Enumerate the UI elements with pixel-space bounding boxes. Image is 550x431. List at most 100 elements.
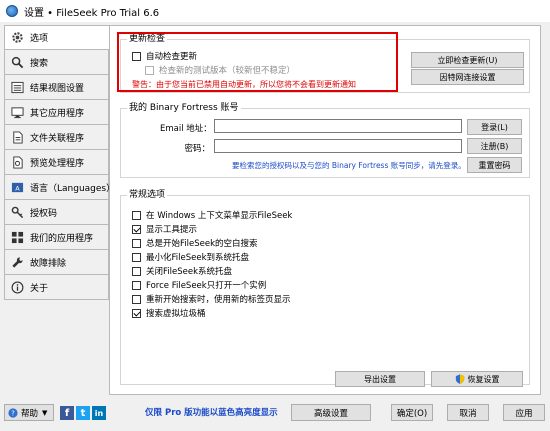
sidebar-item-label: 其它应用程序 — [30, 108, 85, 119]
sidebar-item-label: 我们的应用程序 — [30, 233, 94, 244]
checkbox-box — [145, 65, 154, 75]
check-now-button[interactable]: 立即检查更新(U) — [411, 52, 524, 68]
options-panel: 更新检查 自动检查更新 检查新的测试版本（较新但不稳定） 警告：由于您当前已禁用… — [109, 25, 541, 395]
checkbox-label: 搜索虚拟垃圾桶 — [146, 309, 206, 319]
login-button[interactable]: 登录(L) — [467, 119, 522, 135]
checkbox-label: 关闭FileSeek系统托盘 — [146, 267, 233, 277]
option-close-tray[interactable]: 关闭FileSeek系统托盘 — [132, 265, 232, 277]
linkedin-icon[interactable]: in — [92, 406, 106, 420]
export-settings-button[interactable]: 导出设置 — [335, 371, 425, 387]
checkbox-box — [132, 51, 141, 61]
sidebar-item-about[interactable]: 关于 — [4, 275, 109, 300]
sidebar-item-our-apps[interactable]: 我们的应用程序 — [4, 225, 109, 250]
apply-button[interactable]: 应用 — [503, 404, 545, 421]
sidebar-item-options[interactable]: 选项 — [4, 25, 109, 50]
apps-grid-icon — [11, 231, 24, 244]
checkbox-box — [132, 266, 141, 276]
sidebar-item-label: 关于 — [30, 283, 49, 294]
checkbox-label: 重新开始搜索时，使用新的标签页显示 — [146, 295, 291, 305]
group-title: 我的 Binary Fortress 账号 — [127, 102, 241, 114]
twitter-icon[interactable]: t — [76, 406, 90, 420]
option-minimize-tray[interactable]: 最小化FileSeek到系统托盘 — [132, 251, 249, 263]
checkbox-box — [132, 224, 141, 234]
sidebar: 选项 搜索 结果视图设置 其它应用程序 文件关联程序 预览处理程序 A 语言（L… — [4, 25, 115, 300]
option-context-menu[interactable]: 在 Windows 上下文菜单显示FileSeek — [132, 209, 292, 221]
key-icon — [11, 206, 24, 219]
sidebar-item-license[interactable]: 授权码 — [4, 200, 109, 225]
sidebar-item-troubleshooting[interactable]: 故障排除 — [4, 250, 109, 275]
sidebar-item-label: 预览处理程序 — [30, 158, 85, 169]
sidebar-item-label: 授权码 — [30, 208, 58, 219]
info-icon — [11, 281, 24, 294]
checkbox-box — [132, 280, 141, 290]
update-warning-text: 警告：由于您当前已禁用自动更新，所以您将不会看到更新通知 — [132, 80, 356, 89]
option-blank-search[interactable]: 总是开始FileSeek的空白搜索 — [132, 237, 258, 249]
option-single-instance[interactable]: Force FileSeek只打开一个实例 — [132, 279, 266, 291]
monitor-icon — [11, 106, 24, 119]
search-icon — [11, 56, 24, 69]
checkbox-label: 自动检查更新 — [146, 52, 198, 62]
checkbox-label: Force FileSeek只打开一个实例 — [146, 281, 267, 291]
checkbox-label: 总是开始FileSeek的空白搜索 — [146, 239, 258, 249]
sidebar-item-language[interactable]: A 语言（Languages） — [4, 175, 115, 200]
checkbox-box — [132, 308, 141, 318]
app-icon — [6, 5, 18, 17]
sidebar-item-label: 故障排除 — [30, 258, 67, 269]
email-input[interactable] — [214, 119, 462, 133]
window-title: 设置 • FileSeek Pro Trial 6.6 — [24, 7, 160, 19]
checkbox-box — [132, 210, 141, 220]
sidebar-item-results-view[interactable]: 结果视图设置 — [4, 75, 109, 100]
login-help-link[interactable]: 要检索您的授权码以及与您的 Binary Fortress 账号同步，请先登录。 — [232, 160, 466, 171]
group-title: 更新检查 — [127, 33, 168, 45]
restore-settings-button[interactable]: 恢复设置 — [431, 371, 523, 387]
register-button[interactable]: 注册(B) — [467, 138, 522, 154]
group-title: 常规选项 — [127, 189, 168, 201]
checkbox-label: 在 Windows 上下文菜单显示FileSeek — [146, 211, 293, 221]
sidebar-item-label: 语言（Languages） — [30, 183, 116, 194]
checkbox-label: 最小化FileSeek到系统托盘 — [146, 253, 250, 263]
chevron-down-icon: ▼ — [42, 408, 48, 417]
option-tooltips[interactable]: 显示工具提示 — [132, 223, 197, 235]
option-recycle-bin[interactable]: 搜索虚拟垃圾桶 — [132, 307, 206, 319]
wrench-icon — [11, 256, 24, 269]
gear-icon — [11, 31, 24, 44]
cancel-button[interactable]: 取消 — [447, 404, 489, 421]
language-icon: A — [11, 181, 24, 194]
sidebar-item-file-associations[interactable]: 文件关联程序 — [4, 125, 109, 150]
title-bar: 设置 • FileSeek Pro Trial 6.6 — [0, 0, 550, 22]
help-dropdown[interactable]: ? 帮助 ▼ — [4, 404, 54, 421]
shield-icon — [455, 374, 465, 384]
sidebar-item-search[interactable]: 搜索 — [4, 50, 109, 75]
facebook-icon[interactable]: f — [60, 406, 74, 420]
sidebar-item-label: 结果视图设置 — [30, 83, 85, 94]
document-icon — [11, 130, 24, 144]
pro-features-note: 仅限 Pro 版功能以蓝色高亮度显示 — [145, 408, 278, 418]
auto-update-checkbox[interactable]: 自动检查更新 — [132, 50, 197, 62]
checkbox-box — [132, 294, 141, 304]
svg-text:A: A — [15, 184, 20, 192]
beta-update-checkbox[interactable]: 检查新的测试版本（较新但不稳定） — [145, 64, 295, 76]
sidebar-item-label: 搜索 — [30, 58, 49, 69]
sidebar-item-label: 选项 — [30, 34, 49, 44]
option-new-tab[interactable]: 重新开始搜索时，使用新的标签页显示 — [132, 293, 291, 305]
ok-button[interactable]: 确定(O) — [391, 404, 433, 421]
restore-settings-label: 恢复设置 — [467, 374, 500, 384]
checkbox-box — [132, 252, 141, 262]
advanced-settings-button[interactable]: 高级设置 — [291, 404, 371, 421]
reset-password-button[interactable]: 重置密码 — [467, 157, 522, 173]
preview-icon — [11, 155, 24, 169]
password-input[interactable] — [214, 139, 462, 153]
help-icon: ? — [8, 407, 18, 418]
sidebar-item-label: 文件关联程序 — [30, 133, 85, 144]
password-label: 密码： — [184, 144, 210, 154]
help-label: 帮助 — [21, 408, 39, 419]
svg-text:?: ? — [11, 409, 15, 417]
sidebar-item-preview-handlers[interactable]: 预览处理程序 — [4, 150, 109, 175]
export-settings-label: 导出设置 — [364, 374, 396, 384]
checkbox-box — [132, 238, 141, 248]
internet-settings-button[interactable]: 因特网连接设置 — [411, 69, 524, 85]
sidebar-item-other-apps[interactable]: 其它应用程序 — [4, 100, 109, 125]
checkbox-label: 显示工具提示 — [146, 225, 198, 235]
email-label: Email 地址： — [160, 124, 212, 134]
list-view-icon — [11, 81, 24, 94]
